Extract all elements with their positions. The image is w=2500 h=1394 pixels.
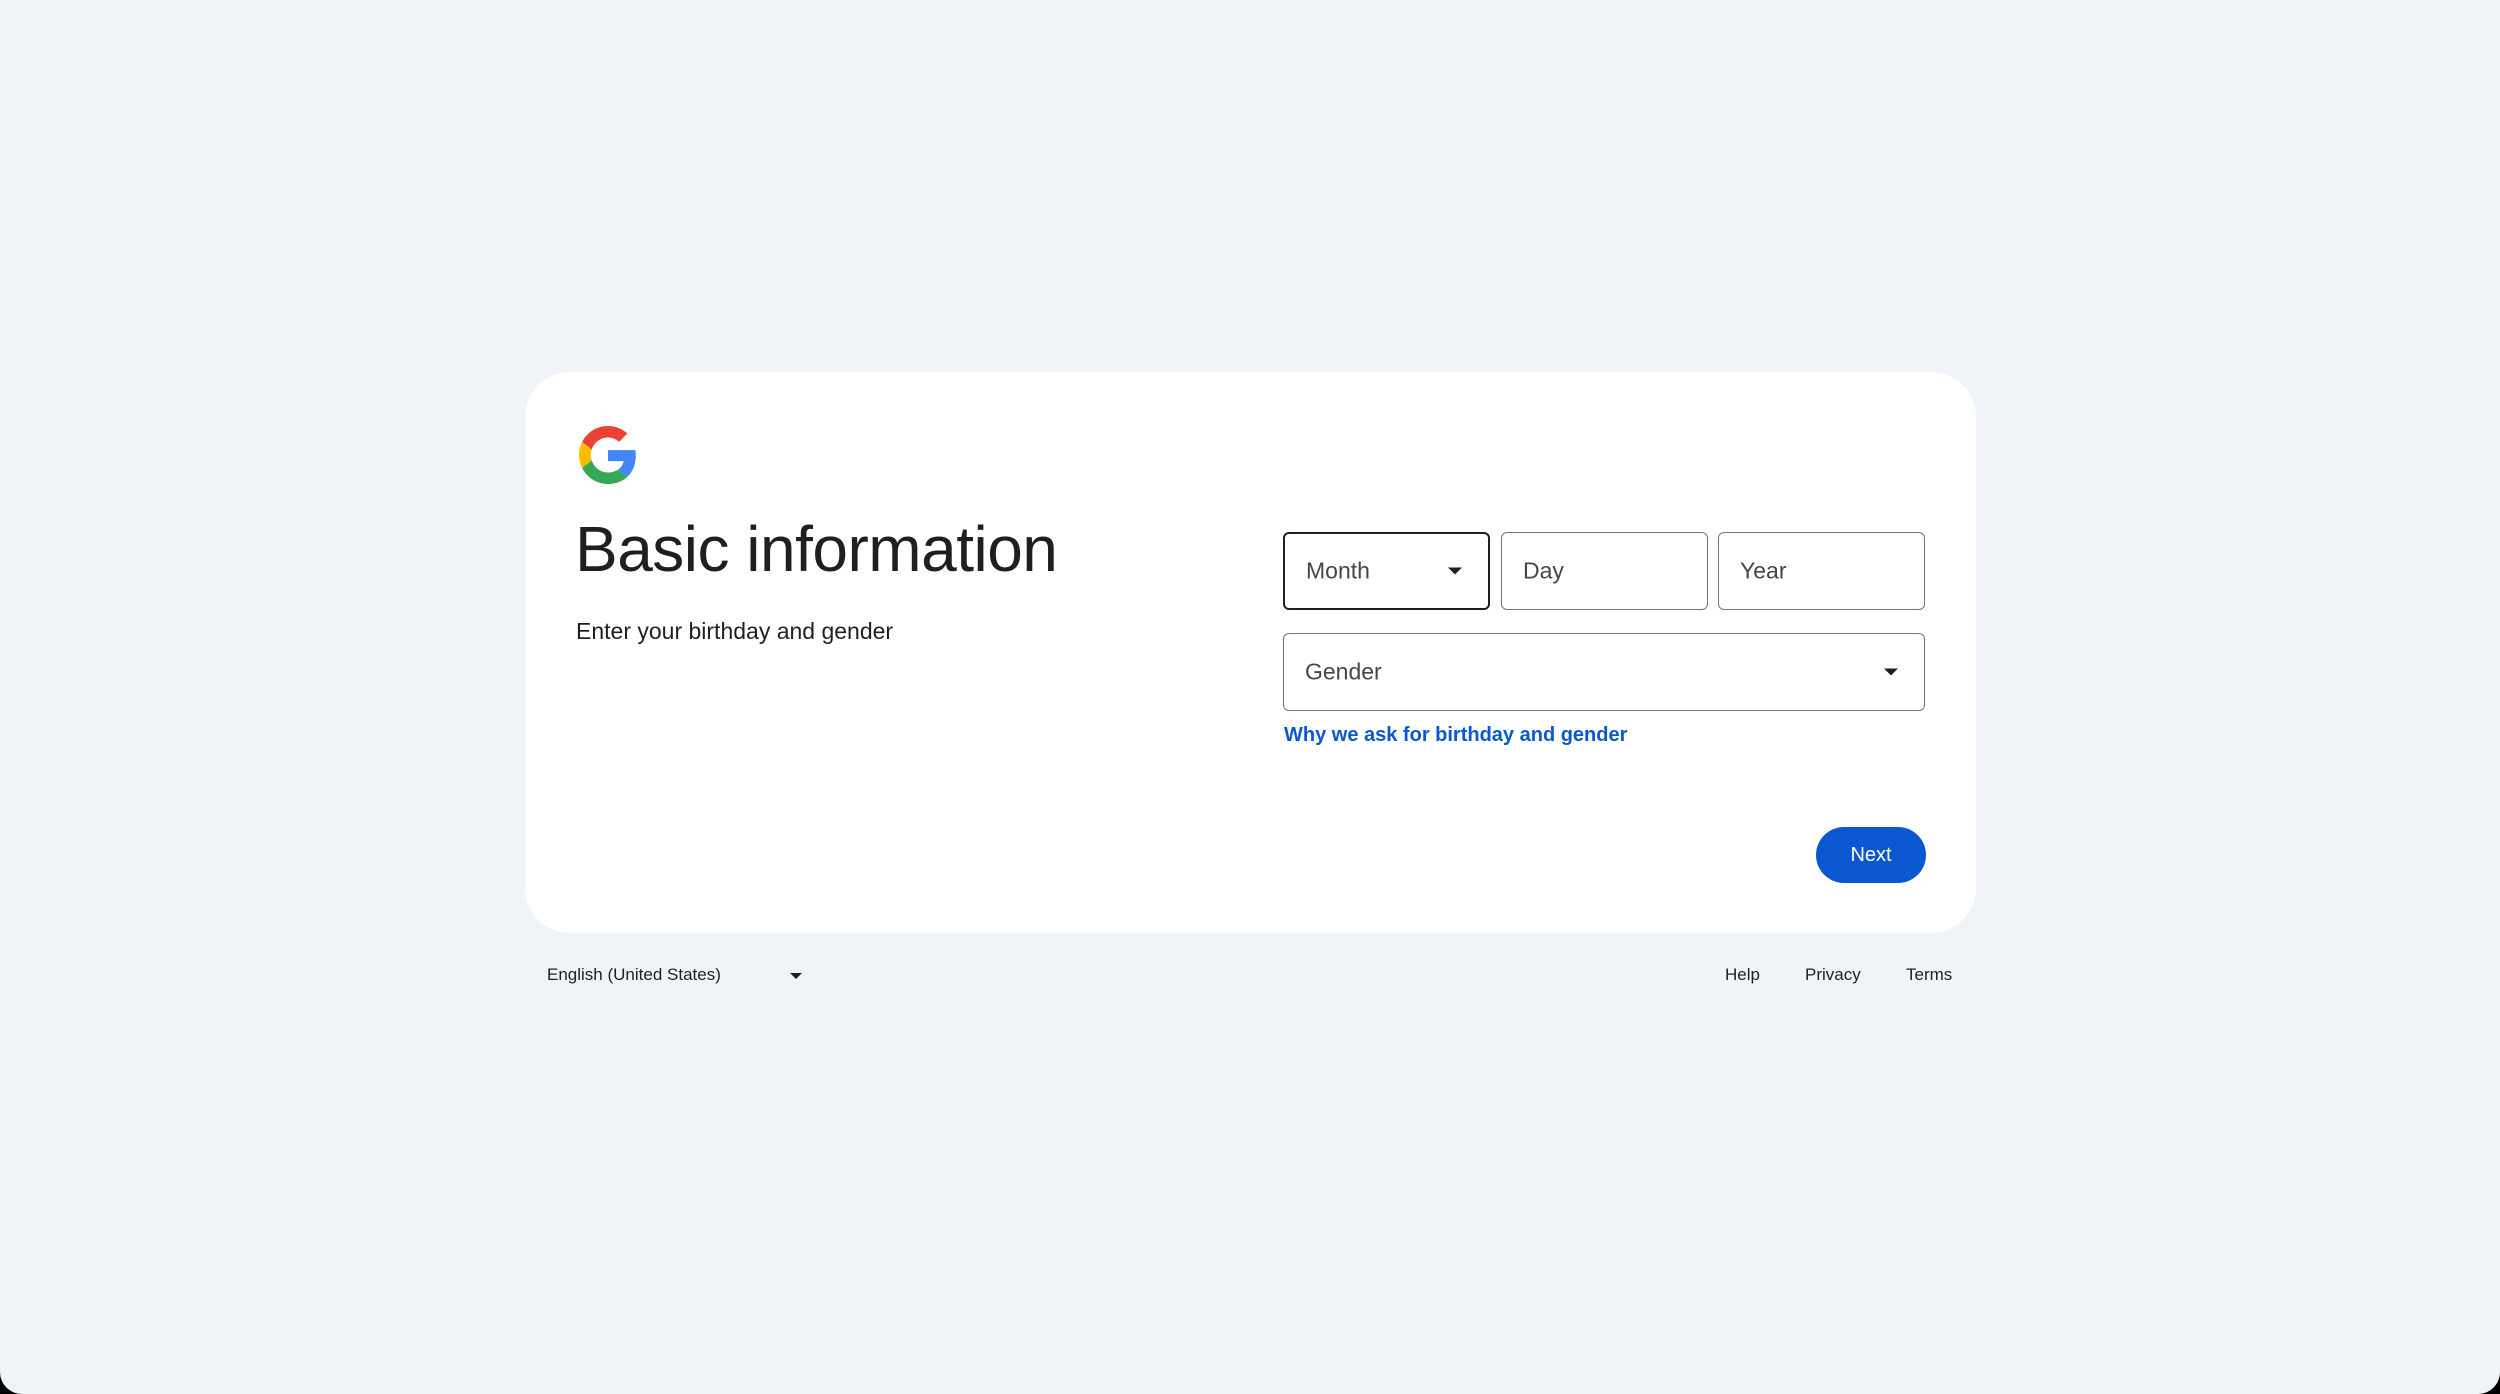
- terms-link[interactable]: Terms: [1906, 965, 1952, 985]
- signup-card: Basic information Enter your birthday an…: [525, 372, 1976, 933]
- birth-year-placeholder: Year: [1740, 557, 1787, 584]
- page-background: Basic information Enter your birthday an…: [0, 0, 2500, 1394]
- chevron-down-icon: [1448, 567, 1462, 575]
- chevron-down-icon: [790, 973, 802, 979]
- birth-day-placeholder: Day: [1523, 557, 1564, 584]
- privacy-link[interactable]: Privacy: [1805, 965, 1861, 985]
- language-select[interactable]: English (United States): [547, 955, 807, 995]
- gender-select[interactable]: Gender: [1283, 633, 1925, 711]
- google-logo-icon: [579, 426, 637, 484]
- language-value: English (United States): [547, 965, 721, 984]
- help-link[interactable]: Help: [1725, 965, 1760, 985]
- birth-year-input[interactable]: Year: [1718, 532, 1925, 610]
- birth-month-value: Month: [1306, 557, 1370, 584]
- birth-day-input[interactable]: Day: [1501, 532, 1708, 610]
- footer: English (United States) Help Privacy Ter…: [525, 955, 1976, 995]
- gender-value: Gender: [1305, 658, 1382, 685]
- chevron-down-icon: [1884, 668, 1898, 676]
- why-birthday-gender-link[interactable]: Why we ask for birthday and gender: [1284, 724, 1627, 747]
- page-title: Basic information: [575, 513, 1058, 585]
- next-button[interactable]: Next: [1816, 827, 1926, 883]
- page-subtitle: Enter your birthday and gender: [576, 618, 894, 644]
- birth-month-select[interactable]: Month: [1283, 532, 1490, 610]
